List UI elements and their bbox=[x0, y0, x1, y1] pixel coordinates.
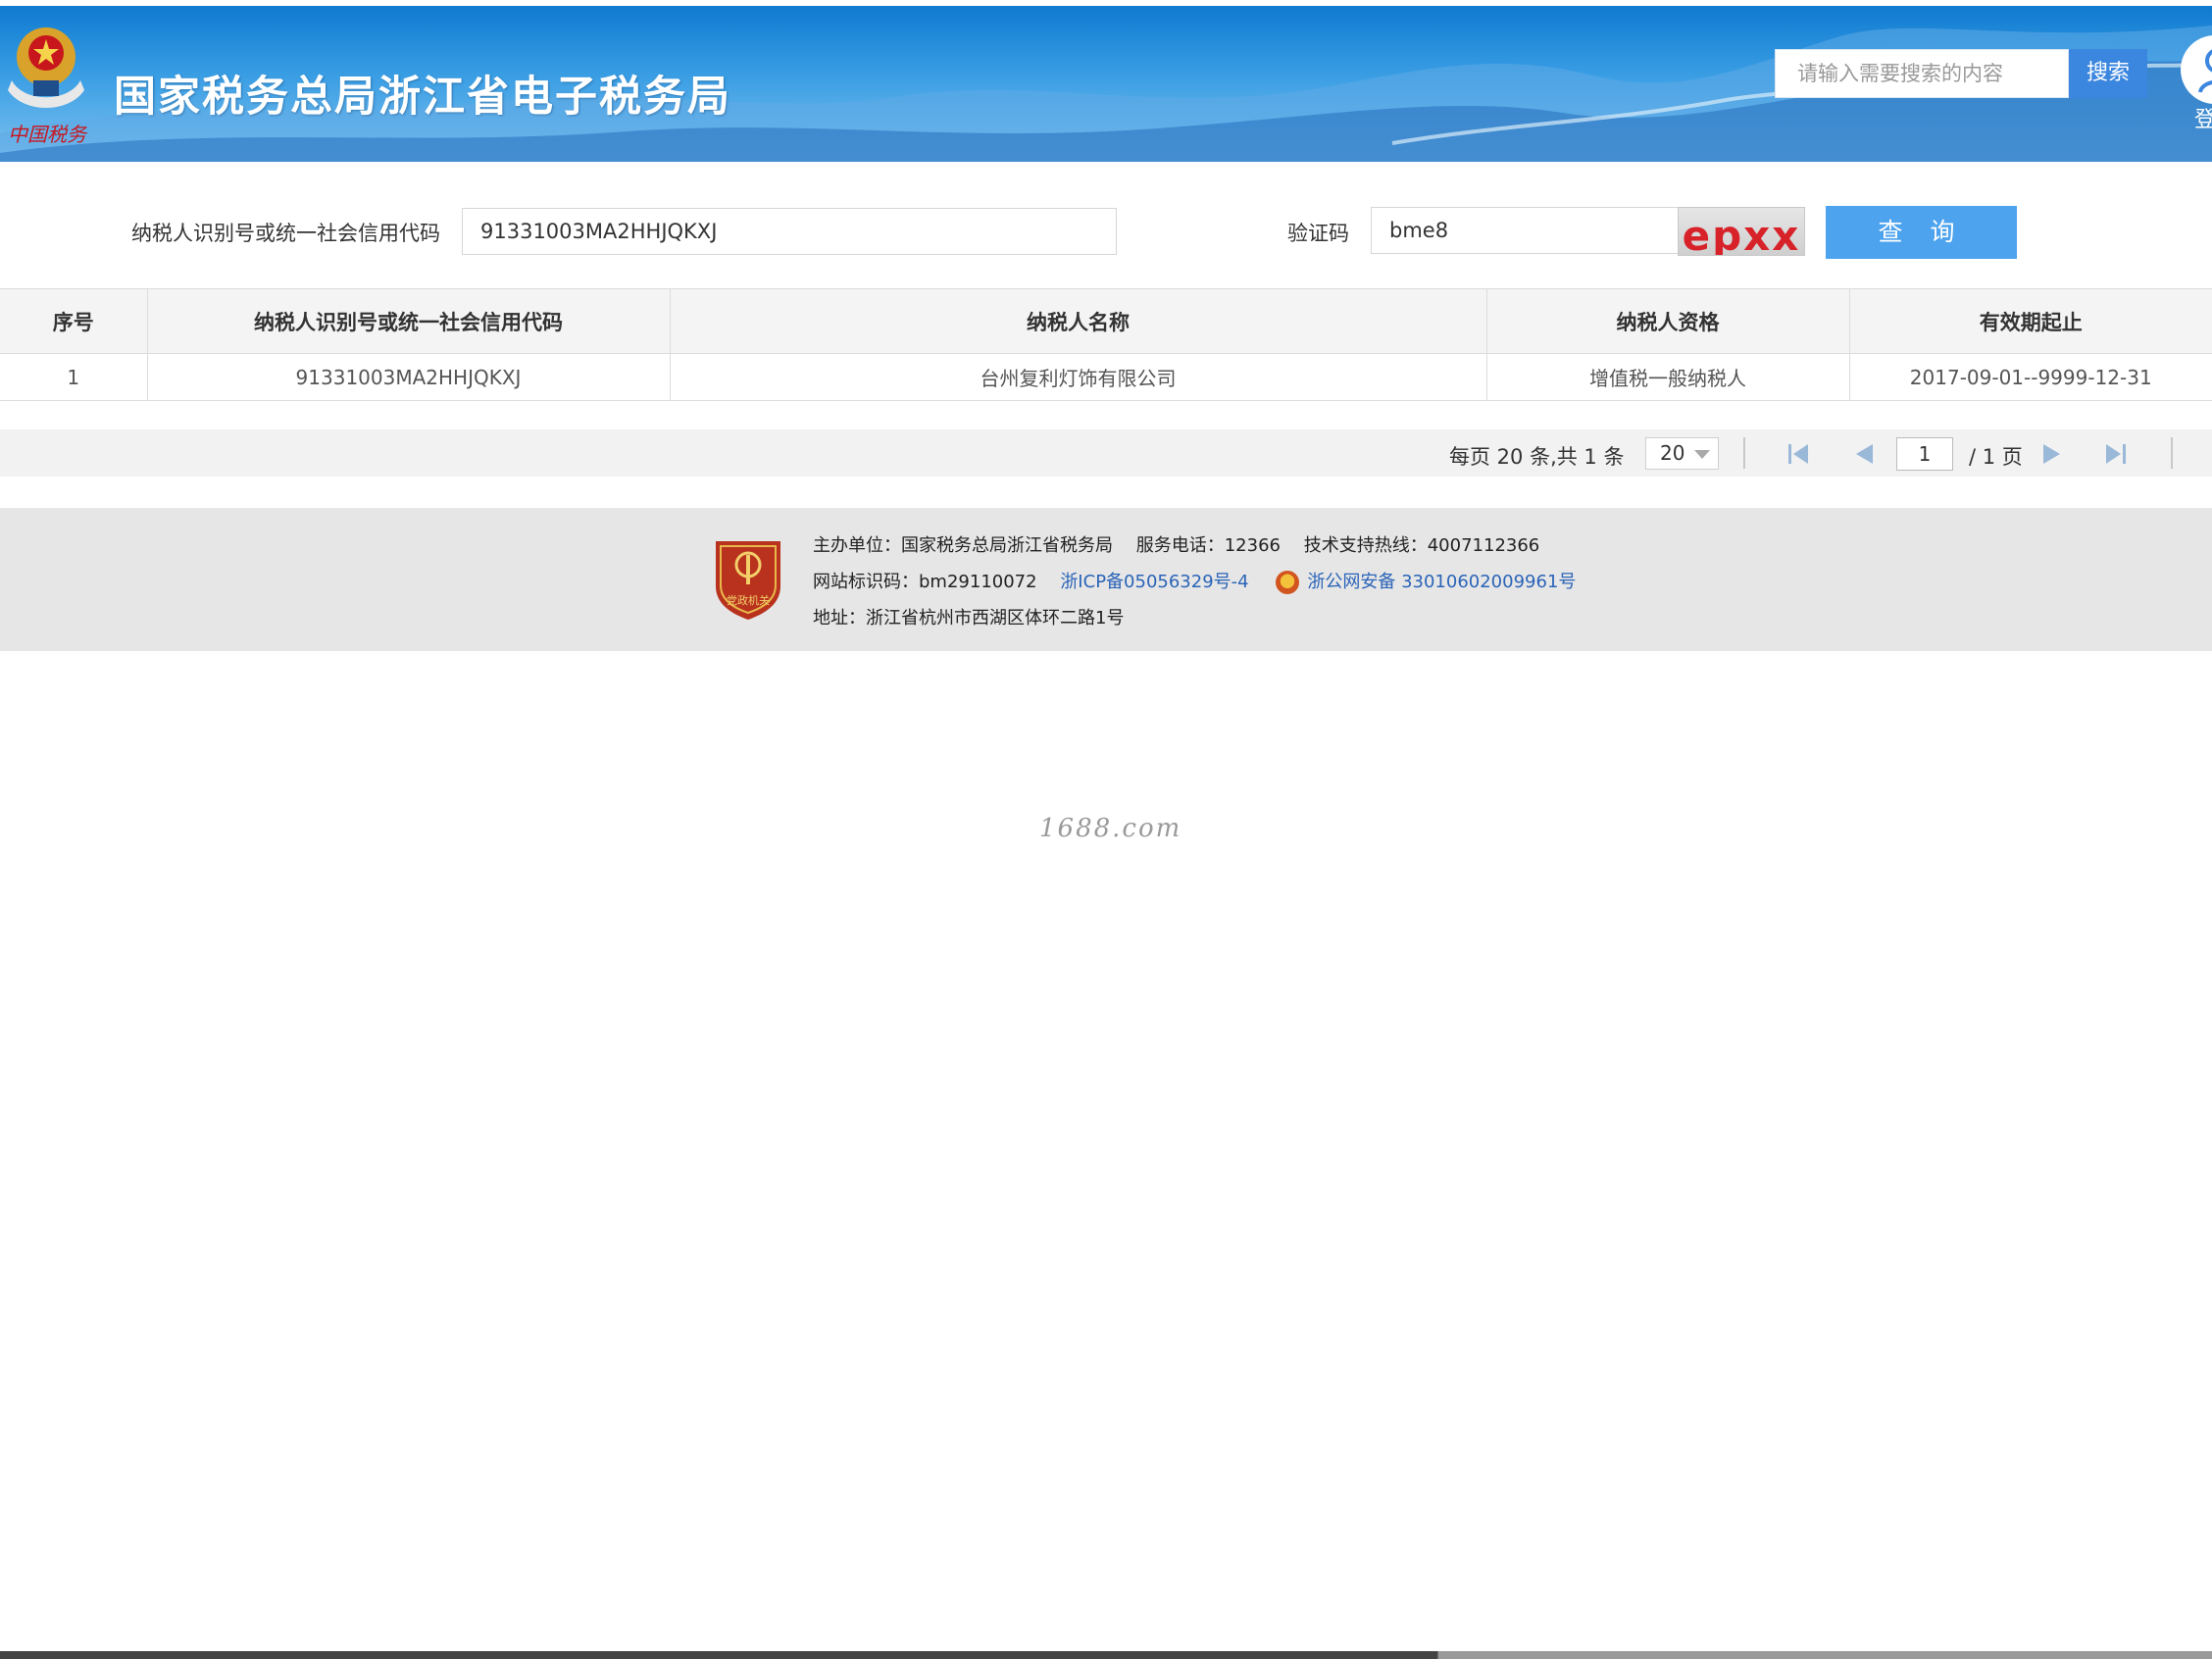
column-header-validity: 有效期起止 bbox=[1849, 288, 2212, 354]
chevron-down-icon bbox=[1694, 450, 1710, 459]
user-login-icon[interactable] bbox=[2181, 35, 2212, 104]
table-header-row: 序号 纳税人识别号或统一社会信用代码 纳税人名称 纳税人资格 有效期起止 bbox=[0, 288, 2212, 354]
login-label[interactable]: 登 bbox=[2194, 102, 2212, 133]
next-page-icon[interactable] bbox=[2039, 442, 2065, 466]
column-header-index: 序号 bbox=[0, 288, 148, 354]
pagination-bar: 每页 20 条,共 1 条 20 1 / 1 页 bbox=[0, 429, 2212, 477]
watermark: 1688.com bbox=[1039, 814, 1182, 843]
site-search-button[interactable]: 搜索 bbox=[2069, 49, 2147, 98]
party-government-badge-icon[interactable]: 党政机关 bbox=[712, 535, 784, 620]
footer-line-1: 主办单位：国家税务总局浙江省税务局 服务电话：12366 技术支持热线：4007… bbox=[813, 531, 1539, 557]
footer-address: 地址：浙江省杭州市西湖区体环二路1号 bbox=[813, 608, 1125, 628]
site-footer: 党政机关 主办单位：国家税务总局浙江省税务局 服务电话：12366 技术支持热线… bbox=[0, 508, 2212, 651]
column-header-qualification: 纳税人资格 bbox=[1486, 288, 1850, 354]
taxpayer-id-label: 纳税人识别号或统一社会信用代码 bbox=[131, 222, 440, 245]
cell-taxpayer-id: 91331003MA2HHJQKXJ bbox=[147, 353, 671, 401]
emblem-caption: 中国税务 bbox=[8, 123, 88, 146]
cell-validity: 2017-09-01--9999-12-31 bbox=[1849, 353, 2212, 401]
column-header-taxpayer-id: 纳税人识别号或统一社会信用代码 bbox=[147, 288, 671, 354]
site-header: 中国税务 国家税务总局浙江省电子税务局 请输入需要搜索的内容 搜索 登 bbox=[0, 6, 2212, 162]
footer-site-id: 网站标识码：bm29110072 bbox=[813, 572, 1037, 592]
captcha-label: 验证码 bbox=[1287, 222, 1349, 245]
cell-index: 1 bbox=[0, 353, 148, 401]
first-page-icon[interactable] bbox=[1786, 442, 1812, 466]
site-search-input[interactable]: 请输入需要搜索的内容 bbox=[1775, 49, 2069, 98]
footer-tech-hotline: 技术支持热线：4007112366 bbox=[1303, 535, 1540, 556]
national-tax-emblem-icon: 中国税务 bbox=[8, 27, 88, 146]
captcha-image[interactable]: epxx bbox=[1678, 207, 1805, 256]
footer-line-2: 网站标识码：bm29110072 浙ICP备05056329号-4 浙公网安备 … bbox=[813, 568, 1576, 594]
icp-link[interactable]: 浙ICP备05056329号-4 bbox=[1060, 572, 1248, 592]
page-number-input[interactable]: 1 bbox=[1896, 437, 1953, 471]
site-title: 国家税务总局浙江省电子税务局 bbox=[114, 73, 731, 122]
column-header-taxpayer-name: 纳税人名称 bbox=[670, 288, 1487, 354]
public-security-icon bbox=[1276, 571, 1300, 594]
query-button[interactable]: 查 询 bbox=[1826, 206, 2017, 259]
window-bottom-edge bbox=[0, 1651, 2212, 1659]
table-row: 1 91331003MA2HHJQKXJ 台州复利灯饰有限公司 增值税一般纳税人… bbox=[0, 353, 2212, 401]
pager-divider bbox=[1743, 437, 1745, 469]
footer-sponsor: 主办单位：国家税务总局浙江省税务局 bbox=[813, 535, 1113, 556]
result-table: 序号 纳税人识别号或统一社会信用代码 纳税人名称 纳税人资格 有效期起止 1 9… bbox=[0, 288, 2212, 401]
page-size-select[interactable]: 20 bbox=[1645, 437, 1719, 470]
badge-text: 党政机关 bbox=[727, 593, 770, 607]
pagination-info: 每页 20 条,共 1 条 bbox=[1449, 445, 1625, 469]
prev-page-icon[interactable] bbox=[1851, 442, 1877, 466]
captcha-input[interactable]: bme8 bbox=[1371, 207, 1679, 254]
total-pages: / 1 页 bbox=[1969, 445, 2023, 469]
pager-divider bbox=[2171, 437, 2173, 469]
taxpayer-id-input[interactable]: 91331003MA2HHJQKXJ bbox=[462, 208, 1117, 255]
page-size-value: 20 bbox=[1660, 441, 1685, 465]
cell-taxpayer-name: 台州复利灯饰有限公司 bbox=[670, 353, 1487, 401]
footer-service-phone: 服务电话：12366 bbox=[1135, 535, 1281, 556]
last-page-icon[interactable] bbox=[2102, 442, 2128, 466]
police-record-link[interactable]: 浙公网安备 33010602009961号 bbox=[1307, 572, 1576, 592]
cell-qualification: 增值税一般纳税人 bbox=[1486, 353, 1850, 401]
